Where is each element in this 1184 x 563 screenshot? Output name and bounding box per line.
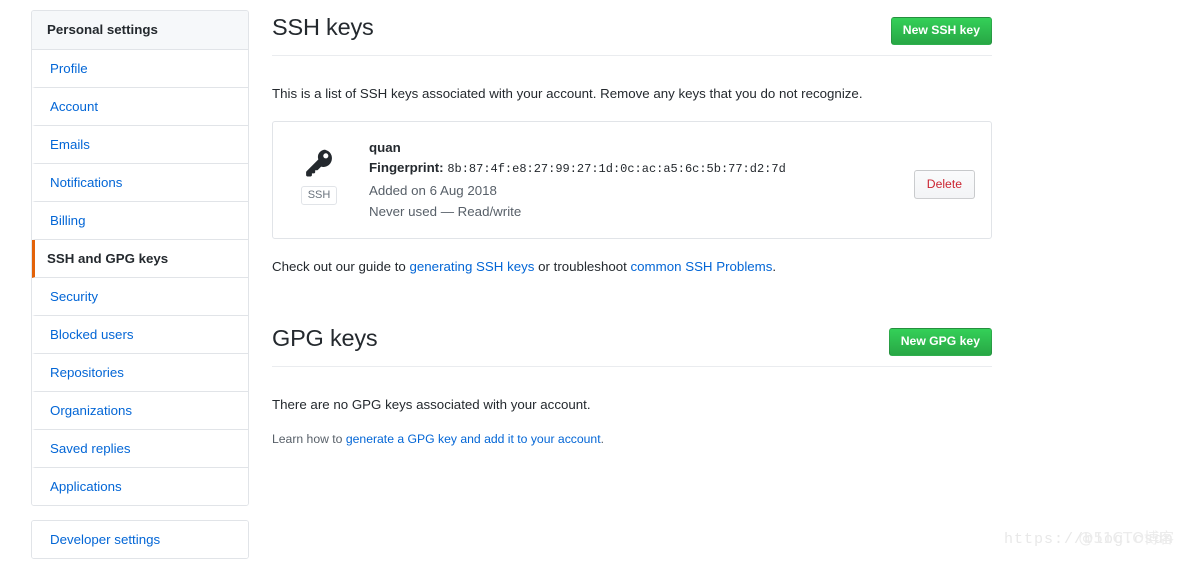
sidebar-item-saved-replies[interactable]: Saved replies	[32, 430, 248, 468]
settings-sidebar: Personal settings Profile Account Emails…	[31, 10, 249, 559]
ssh-key-card: SSH quan Fingerprint: 8b:87:4f:e8:27:99:…	[272, 121, 992, 239]
ssh-key-fingerprint-row: Fingerprint: 8b:87:4f:e8:27:99:27:1d:0c:…	[369, 157, 865, 180]
sidebar-item-account[interactable]: Account	[32, 88, 248, 126]
fingerprint-value: 8b:87:4f:e8:27:99:27:1d:0c:ac:a5:6c:5b:7…	[447, 162, 786, 176]
gpg-header-divider	[272, 366, 992, 367]
ssh-header-divider	[272, 55, 992, 56]
ssh-key-name: quan	[369, 140, 401, 155]
ssh-key-details: quan Fingerprint: 8b:87:4f:e8:27:99:27:1…	[369, 138, 865, 222]
ssh-key-icon-group: SSH	[295, 146, 343, 205]
sidebar-item-ssh-and-gpg-keys[interactable]: SSH and GPG keys	[32, 240, 248, 278]
sidebar-item-profile[interactable]: Profile	[32, 50, 248, 88]
gpg-empty-message: There are no GPG keys associated with yo…	[272, 397, 591, 412]
gpg-keys-header: GPG keys New GPG key	[272, 321, 992, 361]
new-ssh-key-button[interactable]: New SSH key	[890, 17, 992, 45]
ssh-keys-header: SSH keys New SSH key	[272, 10, 992, 50]
watermark-url: https://blog.csdn	[1003, 531, 1174, 548]
generating-ssh-keys-link[interactable]: generating SSH keys	[410, 259, 535, 274]
common-ssh-problems-link[interactable]: common SSH Problems	[631, 259, 773, 274]
ssh-keys-title: SSH keys	[272, 14, 374, 40]
developer-settings-menu: Developer settings	[31, 520, 249, 559]
sidebar-item-applications[interactable]: Applications	[32, 468, 248, 505]
ssh-key-usage: Never used — Read/write	[369, 204, 522, 219]
gpg-learn-suffix: .	[600, 432, 604, 446]
fingerprint-label: Fingerprint:	[369, 160, 444, 175]
sidebar-item-repositories[interactable]: Repositories	[32, 354, 248, 392]
sidebar-item-security[interactable]: Security	[32, 278, 248, 316]
sidebar-item-organizations[interactable]: Organizations	[32, 392, 248, 430]
watermark-tag: @51CTO博客	[1078, 529, 1174, 547]
settings-page: Personal settings Profile Account Emails…	[0, 0, 1184, 563]
generate-gpg-key-link[interactable]: generate a GPG key and add it to your ac…	[346, 432, 601, 446]
ssh-keys-description: This is a list of SSH keys associated wi…	[272, 86, 863, 101]
new-gpg-key-button[interactable]: New GPG key	[888, 328, 992, 356]
key-icon	[306, 149, 332, 177]
sidebar-heading: Personal settings	[32, 11, 248, 50]
ssh-help-middle: or troubleshoot	[534, 259, 631, 274]
ssh-type-badge: SSH	[300, 186, 338, 205]
ssh-help-text: Check out our guide to generating SSH ke…	[272, 257, 992, 277]
gpg-learn-prefix: Learn how to	[272, 432, 346, 446]
gpg-learn-text: Learn how to generate a GPG key and add …	[272, 430, 992, 448]
personal-settings-menu: Personal settings Profile Account Emails…	[31, 10, 249, 506]
sidebar-item-developer-settings[interactable]: Developer settings	[32, 521, 248, 558]
sidebar-item-billing[interactable]: Billing	[32, 202, 248, 240]
main-content: SSH keys New SSH key This is a list of S…	[272, 10, 992, 460]
sidebar-item-blocked-users[interactable]: Blocked users	[32, 316, 248, 354]
sidebar-item-notifications[interactable]: Notifications	[32, 164, 248, 202]
ssh-help-prefix: Check out our guide to	[272, 259, 410, 274]
ssh-help-suffix: .	[772, 259, 777, 274]
delete-ssh-key-button[interactable]: Delete	[913, 170, 975, 199]
watermark: https://blog.csdn @51CTO博客	[1003, 529, 1174, 548]
gpg-keys-title: GPG keys	[272, 325, 378, 351]
ssh-key-added-date: Added on 6 Aug 2018	[369, 183, 497, 198]
sidebar-item-emails[interactable]: Emails	[32, 126, 248, 164]
